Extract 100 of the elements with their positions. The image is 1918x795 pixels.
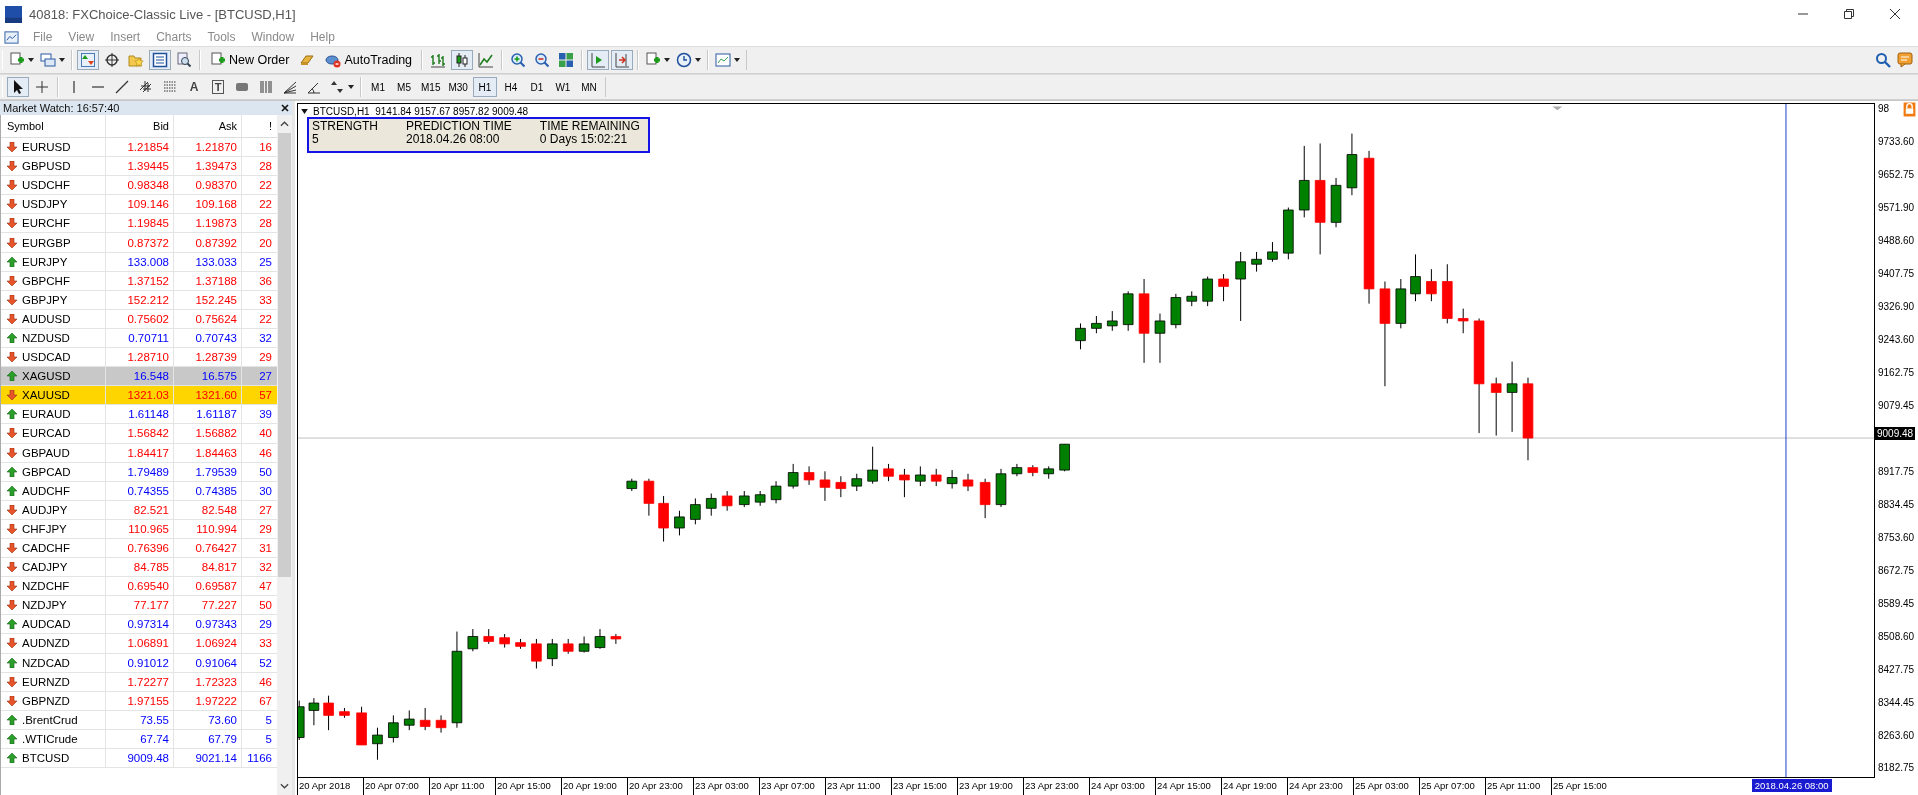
table-cell-text: 46 — [258, 445, 273, 461]
table-row[interactable]: NZDJPY 77.177 77.227 50 — [1, 596, 277, 616]
price-label: 8589.45 — [1878, 596, 1915, 611]
table-cell: 0.98370 — [174, 176, 242, 195]
table-row[interactable]: EURCAD 1.56842 1.56882 40 — [1, 424, 277, 444]
period-button[interactable]: MN — [576, 77, 601, 97]
table-row[interactable]: AUDCAD 0.97314 0.97343 29 — [1, 615, 277, 635]
table-cell: 1.56842 — [106, 424, 174, 443]
table-row[interactable]: USDCAD 1.28710 1.28739 29 — [1, 348, 277, 368]
table-row[interactable]: CADCHF 0.76396 0.76427 31 — [1, 538, 277, 559]
table-row[interactable]: .WTICrude 67.74 67.79 5 — [1, 729, 277, 749]
table-row[interactable]: GBPNZD 1.97155 1.97222 67 — [1, 691, 277, 711]
time-label: 20 Apr 15:00 — [495, 778, 561, 795]
column-header[interactable]: Bid — [106, 115, 174, 137]
table-row[interactable]: EURAUD 1.61148 1.61187 39 — [1, 405, 277, 425]
menu-item[interactable]: View — [60, 30, 103, 44]
column-header[interactable]: Symbol — [1, 115, 106, 137]
period-button[interactable]: H1 — [472, 77, 497, 97]
table-row[interactable]: EURNZD 1.72277 1.72323 46 — [1, 672, 277, 692]
table-row[interactable]: EURUSD 1.21854 1.21870 16 — [1, 138, 277, 158]
table-row[interactable]: GBPUSD 1.39445 1.39473 28 — [1, 157, 277, 177]
text-label-tool[interactable]: T — [207, 77, 229, 97]
time-label: 20 Apr 11:00 — [429, 778, 495, 795]
period-button[interactable]: W1 — [550, 77, 575, 97]
text-tool[interactable]: A — [183, 77, 205, 97]
table-row[interactable]: EURGBP 0.87372 0.87392 20 — [1, 233, 277, 253]
lock-icon[interactable] — [1903, 102, 1916, 117]
table-row[interactable]: GBPCHF 1.37152 1.37188 36 — [1, 271, 277, 291]
table-row[interactable]: .BrentCrud 73.55 73.60 5 — [1, 710, 277, 730]
scroll-down-icon[interactable] — [280, 783, 289, 789]
table-row[interactable]: NZDCHF 0.69540 0.69587 47 — [1, 577, 277, 597]
table-cell: AUDCHF — [22, 484, 70, 497]
column-header[interactable]: ! — [242, 115, 276, 137]
windows-icon[interactable] — [38, 50, 67, 70]
market-watch-icon[interactable] — [77, 50, 99, 70]
period-button[interactable]: H4 — [498, 77, 523, 97]
table-row[interactable]: NZDUSD 0.70711 0.70743 32 — [1, 328, 277, 349]
menu-item[interactable]: Charts — [148, 30, 200, 44]
table-cell: 77.227 — [174, 596, 242, 615]
clock-icon[interactable] — [674, 50, 704, 70]
column-header[interactable]: Ask — [174, 115, 242, 137]
chart-window-icon[interactable] — [4, 29, 19, 45]
table-row[interactable]: CADJPY 84.785 84.817 32 — [1, 558, 277, 578]
price-label: 9243.60 — [1878, 332, 1915, 347]
table-cell: GBPAUD — [22, 446, 70, 459]
table-cell-text: 1166 — [246, 751, 273, 767]
close-icon[interactable] — [281, 104, 289, 112]
time-label: 25 Apr 03:00 — [1353, 778, 1419, 795]
table-row[interactable]: AUDUSD 0.75602 0.75624 22 — [1, 309, 277, 329]
chart-shift-icon[interactable] — [611, 50, 634, 70]
table-row[interactable]: AUDCHF 0.74355 0.74385 30 — [1, 481, 277, 501]
table-row[interactable]: USDCHF 0.98348 0.98370 22 — [1, 176, 277, 196]
table-row[interactable]: XAGUSD 16.548 16.575 27 — [1, 367, 277, 387]
table-cell: AUDJPY — [22, 503, 68, 516]
menu-item[interactable]: Help — [302, 30, 343, 44]
cursor-icon[interactable] — [7, 77, 29, 97]
period-button[interactable]: D1 — [524, 77, 549, 97]
table-row[interactable]: BTCUSD 9009.48 9021.14 1166 — [1, 749, 277, 769]
time-marker-line[interactable] — [1785, 104, 1787, 777]
window-title: 40818: FXChoice-Classic Live - [BTCUSD,H1] — [29, 6, 296, 22]
table-row[interactable]: EURCHF 1.19845 1.19873 28 — [1, 214, 277, 234]
table-cell: 84.817 — [174, 558, 242, 577]
candlestick-icon[interactable] — [451, 50, 474, 70]
shift-marker-icon[interactable] — [1552, 106, 1563, 111]
table-row[interactable]: GBPJPY 152.212 152.245 33 — [1, 290, 277, 310]
table-row[interactable]: AUDNZD 1.06891 1.06924 33 — [1, 634, 277, 654]
auto-scroll-icon[interactable] — [587, 50, 610, 70]
table-row[interactable]: CHFJPY 110.965 110.994 29 — [1, 519, 277, 539]
period-button[interactable]: M1 — [366, 77, 390, 97]
table-row[interactable]: USDJPY 109.146 109.168 22 — [1, 195, 277, 215]
table-row[interactable]: AUDJPY 82.521 82.548 27 — [1, 500, 277, 520]
table-cell: GBPUSD — [22, 160, 71, 173]
restore-icon[interactable] — [1844, 9, 1854, 19]
chat-icon[interactable] — [1894, 50, 1916, 70]
chart-area[interactable]: BTCUSD,H1 9141.84 9157.67 8957.82 9009.48 STRENGTH 5 PREDICTION TIME 2018.04.26 08:00 TIME REMAINING 0 Days 15:02:21 — [297, 103, 1875, 778]
table-cell: 0.91012 — [106, 653, 174, 672]
autotrading-button[interactable]: AutoTrading — [320, 50, 418, 70]
period-button[interactable]: M30 — [445, 77, 471, 97]
table-row[interactable]: GBPCAD 1.79489 1.79539 50 — [1, 462, 277, 482]
table-cell-text: 22 — [258, 311, 273, 327]
period-button[interactable]: M15 — [418, 77, 444, 97]
table-row[interactable]: EURJPY 133.008 133.033 25 — [1, 252, 277, 272]
menu-item[interactable]: Window — [243, 30, 303, 44]
menu-item[interactable]: File — [25, 30, 61, 44]
table-row[interactable]: GBPAUD 1.84417 1.84463 46 — [1, 443, 277, 463]
table-cell: 1.61187 — [174, 405, 242, 424]
chart-template-icon[interactable] — [713, 50, 743, 70]
table-cell: 133.008 — [106, 252, 174, 271]
menu-item[interactable]: Tools — [199, 30, 244, 44]
new-order-button[interactable]: New Order — [205, 50, 295, 70]
table-row[interactable]: XAUUSD 1321.03 1321.60 57 — [1, 386, 277, 406]
scroll-up-icon[interactable] — [280, 121, 289, 127]
close-icon[interactable] — [1890, 9, 1900, 19]
table-row[interactable]: NZDCAD 0.91012 0.91064 52 — [1, 653, 277, 673]
dropdown-icon[interactable] — [301, 109, 308, 114]
menu-item[interactable]: Insert — [102, 30, 149, 44]
price-label: 9407.75 — [1878, 267, 1915, 281]
period-button[interactable]: M5 — [392, 77, 416, 97]
scrollbar[interactable] — [277, 115, 292, 795]
panel-icon[interactable] — [149, 50, 171, 70]
